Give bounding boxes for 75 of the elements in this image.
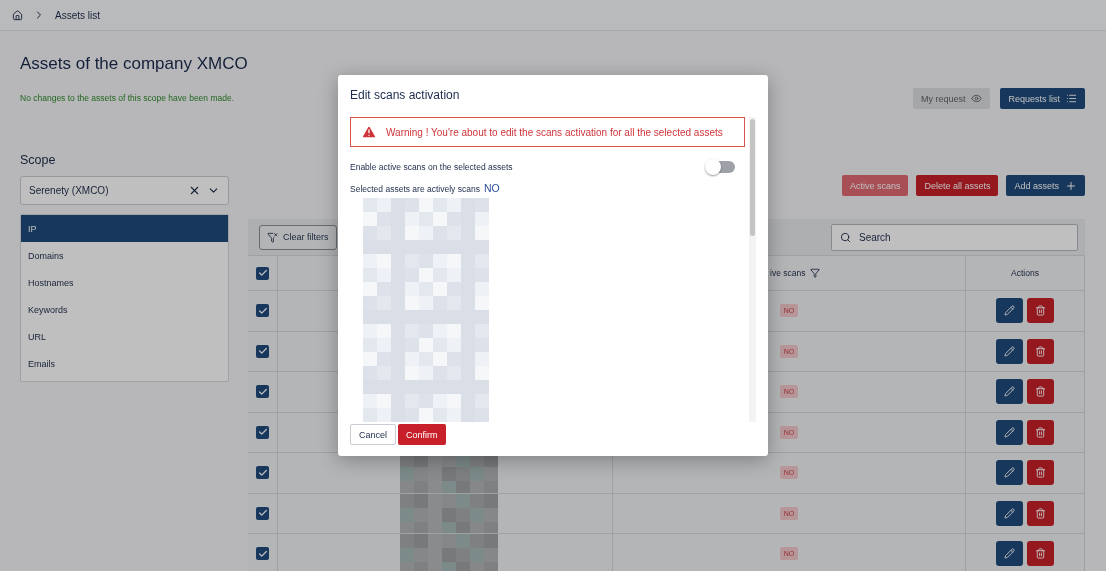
trash-icon xyxy=(1035,345,1046,357)
search-input[interactable]: Search xyxy=(857,230,1069,244)
delete-button[interactable] xyxy=(1027,500,1054,526)
pencil-icon xyxy=(1004,467,1015,479)
delete-button[interactable] xyxy=(1027,298,1054,324)
trash-icon xyxy=(1035,386,1046,398)
edit-button[interactable] xyxy=(996,298,1023,324)
check-icon xyxy=(257,548,268,559)
page-title: Assets of the company XMCO xyxy=(20,53,248,75)
edit-button[interactable] xyxy=(996,379,1023,405)
delete-button[interactable] xyxy=(1027,419,1054,445)
filter-icon[interactable] xyxy=(810,268,821,278)
search-field[interactable]: Search xyxy=(831,223,1078,251)
edit-button[interactable] xyxy=(996,338,1023,364)
toggle-switch[interactable] xyxy=(706,161,735,173)
action-button[interactable]: Add assets xyxy=(1006,175,1085,196)
trash-icon xyxy=(1035,467,1046,479)
action-button[interactable]: Delete all assets xyxy=(916,175,999,196)
checkbox[interactable] xyxy=(256,425,269,439)
trash-icon xyxy=(1035,507,1046,519)
checkbox[interactable] xyxy=(256,266,269,280)
checkbox[interactable] xyxy=(256,547,269,561)
toggle-label: Enable active scans on the selected assets xyxy=(350,162,513,172)
plus-icon xyxy=(1065,179,1077,192)
header-button[interactable]: Requests list xyxy=(1000,88,1085,109)
column-header: ive scans xyxy=(770,268,806,278)
status-value: NO xyxy=(483,182,500,194)
pencil-icon xyxy=(1004,507,1015,519)
column-header: Actions xyxy=(1011,268,1039,278)
confirm-button[interactable]: Confirm xyxy=(398,424,446,445)
list-icon xyxy=(1066,93,1077,104)
scope-select[interactable]: Serenety (XMCO) xyxy=(20,176,229,206)
edit-button[interactable] xyxy=(996,460,1023,486)
eye-icon xyxy=(971,93,983,104)
delete-button[interactable] xyxy=(1027,460,1054,486)
checkbox[interactable] xyxy=(256,304,269,318)
scrollbar[interactable] xyxy=(749,117,756,422)
edit-button[interactable] xyxy=(996,419,1023,445)
trash-icon xyxy=(1035,426,1046,438)
warning-text: Warning ! You're about to edit the scans activation for all the selected assets xyxy=(386,126,723,138)
scope-label: Scope xyxy=(20,153,57,168)
delete-button[interactable] xyxy=(1027,541,1054,567)
warning-icon xyxy=(361,124,377,140)
edit-button[interactable] xyxy=(996,541,1023,567)
edit-button[interactable] xyxy=(996,500,1023,526)
checkbox[interactable] xyxy=(256,506,269,520)
check-icon xyxy=(257,386,268,397)
breadcrumb-item[interactable]: Assets list xyxy=(55,9,100,21)
home-icon[interactable] xyxy=(12,9,23,21)
pencil-icon xyxy=(1004,345,1015,357)
cancel-button[interactable]: Cancel xyxy=(350,424,396,445)
search-icon xyxy=(840,231,851,243)
check-icon xyxy=(257,305,268,316)
filter-off-icon xyxy=(267,231,278,243)
pencil-icon xyxy=(1004,386,1015,398)
checkbox[interactable] xyxy=(256,385,269,399)
check-icon xyxy=(257,268,268,278)
status-message: No changes to the assets of this scope have been made. xyxy=(20,93,235,105)
trash-icon xyxy=(1035,305,1046,317)
trash-icon xyxy=(1035,548,1046,560)
check-icon xyxy=(257,427,268,438)
clear-filters-button[interactable]: Clear filters xyxy=(259,224,337,250)
pencil-icon xyxy=(1004,305,1015,317)
check-icon xyxy=(257,467,268,478)
checkbox[interactable] xyxy=(256,344,269,358)
delete-button[interactable] xyxy=(1027,379,1054,405)
check-icon xyxy=(257,508,268,519)
modal-title: Edit scans activation xyxy=(350,88,461,102)
delete-button[interactable] xyxy=(1027,338,1054,364)
pencil-icon xyxy=(1004,548,1015,560)
check-icon xyxy=(257,346,268,357)
checkbox[interactable] xyxy=(256,466,269,480)
pencil-icon xyxy=(1004,426,1015,438)
status-label: Selected assets are actively scans xyxy=(350,184,480,194)
category-item[interactable]: IP xyxy=(21,215,228,243)
